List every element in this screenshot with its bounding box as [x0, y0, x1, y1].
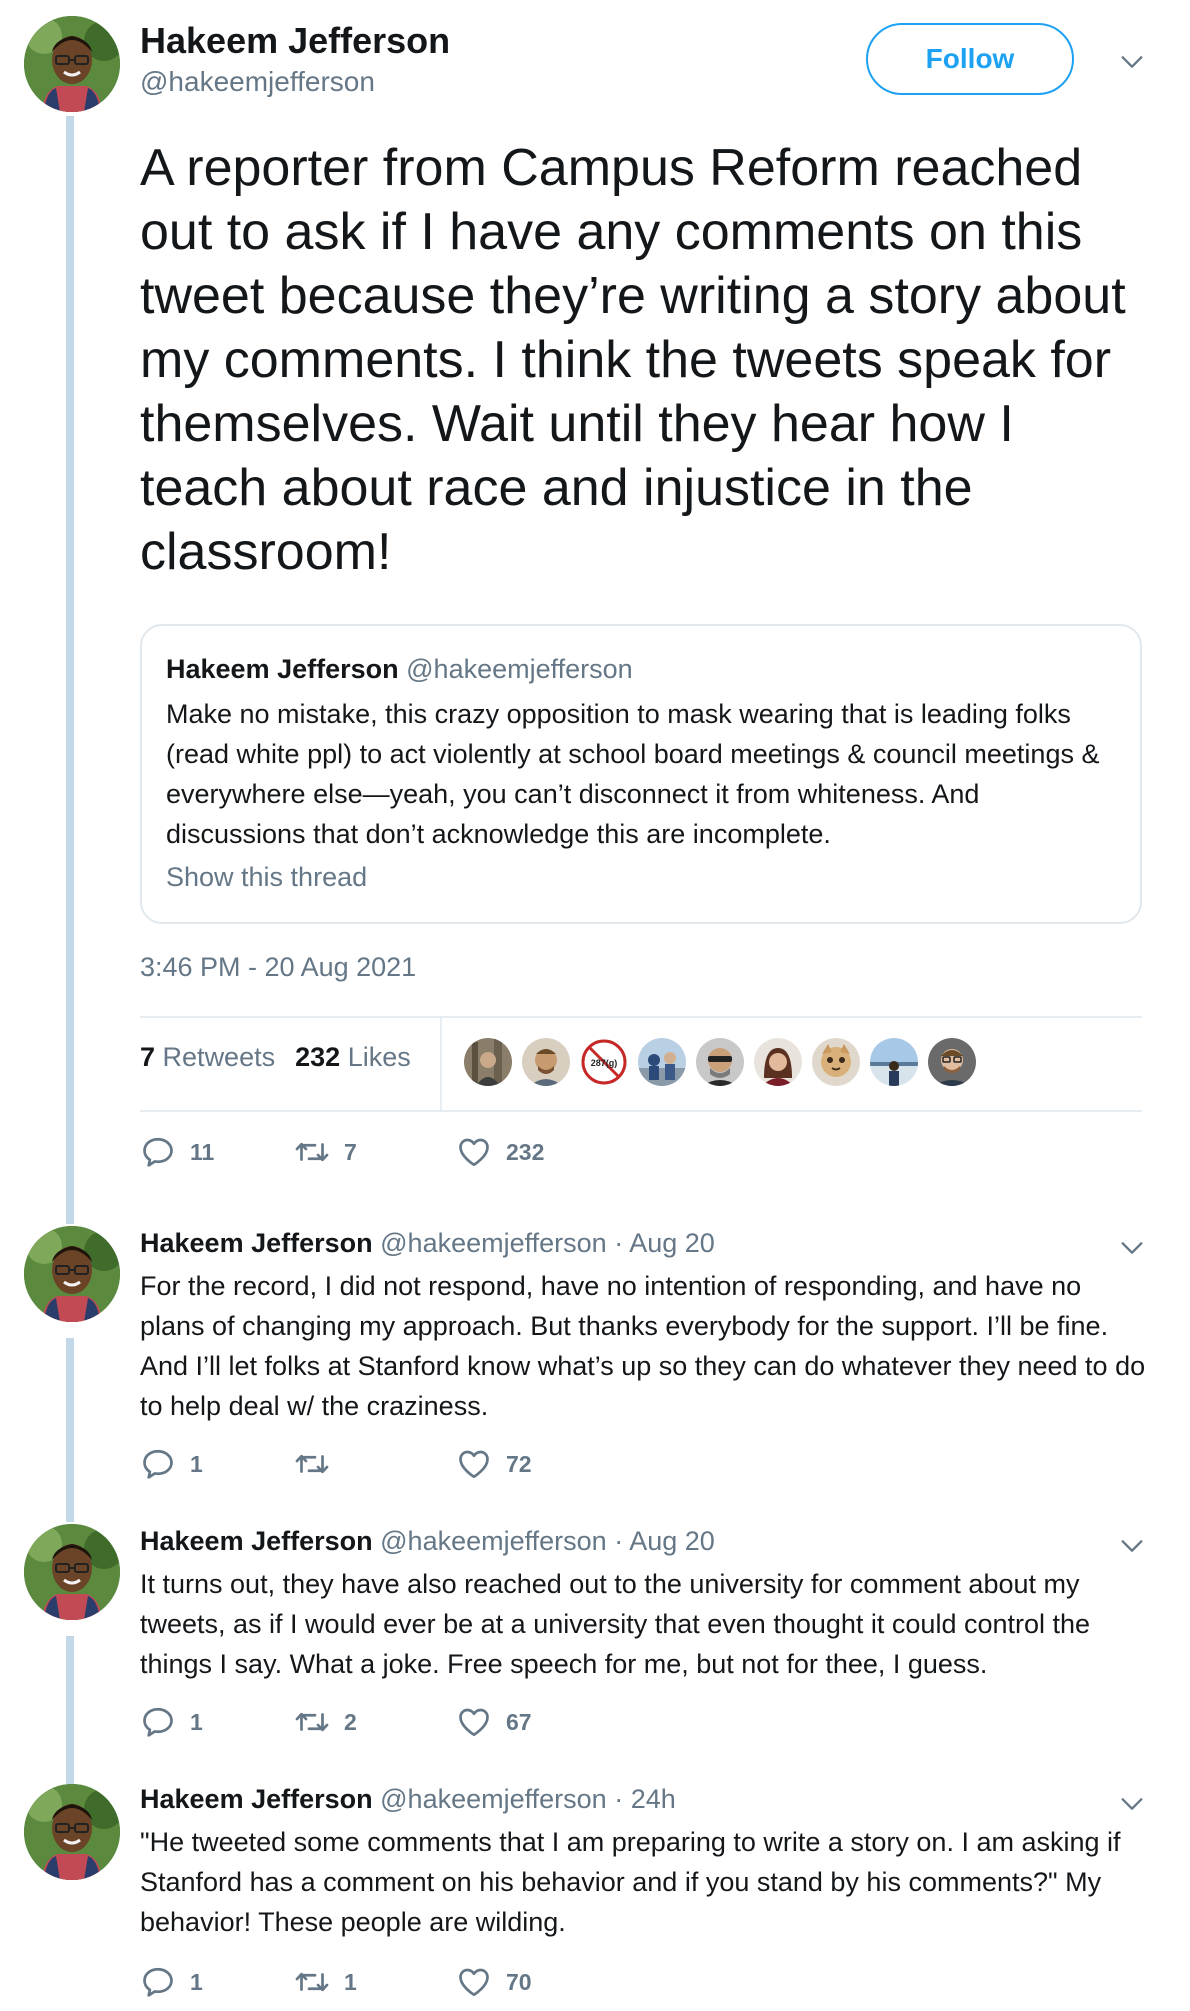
reply-count: 1 — [190, 1708, 203, 1735]
like-count: 232 — [506, 1138, 545, 1165]
retweet-icon — [294, 1446, 330, 1482]
reply-time[interactable]: · 24h — [614, 1784, 676, 1814]
svg-text:287(g): 287(g) — [591, 1058, 618, 1068]
like-button[interactable]: 70 — [456, 1964, 532, 2000]
retweet-button[interactable]: 7 — [294, 1134, 456, 1170]
quoted-author-handle: @hakeemjefferson — [406, 654, 633, 684]
author-handle[interactable]: @hakeemjefferson — [380, 1526, 607, 1556]
tweet-actions: 1 72 — [140, 1446, 532, 1482]
author-name[interactable]: Hakeem Jefferson — [140, 1228, 373, 1258]
reply-icon — [140, 1134, 176, 1170]
liker-avatar[interactable]: 287(g) — [580, 1038, 628, 1086]
like-count: 72 — [506, 1450, 532, 1477]
retweet-button[interactable]: 2 — [294, 1704, 456, 1740]
reply-button[interactable]: 1 — [140, 1446, 294, 1482]
retweet-icon — [294, 1134, 330, 1170]
quoted-tweet-header: Hakeem Jefferson @hakeemjefferson — [166, 654, 633, 685]
tweet-timestamp[interactable]: 3:46 PM - 20 Aug 2021 — [140, 952, 416, 983]
liker-avatar[interactable] — [696, 1038, 744, 1086]
author-handle[interactable]: @hakeemjefferson — [140, 66, 375, 98]
liker-avatar[interactable] — [638, 1038, 686, 1086]
like-icon — [456, 1704, 492, 1740]
reply-button[interactable]: 1 — [140, 1964, 294, 2000]
tweet-text: It turns out, they have also reached out… — [140, 1569, 1091, 1679]
like-count: 67 — [506, 1708, 532, 1735]
reply-button[interactable]: 1 — [140, 1704, 294, 1740]
tweet-actions: 1 1 70 — [140, 1964, 532, 2000]
liker-avatar[interactable] — [870, 1038, 918, 1086]
reply-header: Hakeem Jefferson @hakeemjefferson · Aug … — [140, 1228, 715, 1259]
reply-header: Hakeem Jefferson @hakeemjefferson · 24h — [140, 1784, 676, 1815]
likes-stat[interactable]: 232 Likes — [295, 1042, 411, 1073]
divider — [140, 1016, 1142, 1018]
reply-count: 1 — [190, 1450, 203, 1477]
like-count: 70 — [506, 1968, 532, 1995]
like-icon — [456, 1134, 492, 1170]
reply-time[interactable]: · Aug 20 — [614, 1228, 715, 1258]
reply-icon — [140, 1704, 176, 1740]
engagement-stats: 7 Retweets 232 Likes — [140, 1042, 411, 1073]
avatar[interactable] — [24, 16, 120, 112]
chevron-down-icon[interactable] — [1118, 48, 1146, 76]
author-handle[interactable]: @hakeemjefferson — [380, 1228, 607, 1258]
thread-line — [66, 1636, 74, 1784]
reply-count: 1 — [190, 1968, 203, 1995]
retweet-count: 1 — [344, 1968, 357, 1995]
tweet-actions: 11 7 232 — [140, 1134, 544, 1170]
author-name[interactable]: Hakeem Jefferson — [140, 20, 450, 62]
author-name[interactable]: Hakeem Jefferson — [140, 1784, 373, 1814]
quoted-author-name: Hakeem Jefferson — [166, 654, 399, 684]
reply-header: Hakeem Jefferson @hakeemjefferson · Aug … — [140, 1526, 715, 1557]
chevron-down-icon[interactable] — [1118, 1234, 1146, 1262]
show-thread-link[interactable]: Show this thread — [166, 862, 367, 893]
avatar[interactable] — [24, 1226, 120, 1322]
retweet-button[interactable]: 1 — [294, 1964, 456, 2000]
retweet-icon — [294, 1704, 330, 1740]
reply-count: 11 — [190, 1138, 215, 1165]
chevron-down-icon[interactable] — [1118, 1790, 1146, 1818]
author-handle[interactable]: @hakeemjefferson — [380, 1784, 607, 1814]
reply-icon — [140, 1446, 176, 1482]
tweet-text: A reporter from Campus Reform reached ou… — [140, 139, 1126, 581]
tweet-text: For the record, I did not respond, have … — [140, 1271, 1146, 1421]
avatar[interactable] — [24, 1784, 120, 1880]
quoted-tweet-text: Make no mistake, this crazy opposition t… — [166, 699, 1100, 849]
retweet-icon — [294, 1964, 330, 2000]
like-button[interactable]: 232 — [456, 1134, 544, 1170]
divider — [440, 1016, 442, 1110]
follow-button[interactable]: Follow — [866, 23, 1074, 95]
likers-avatars: 287(g) — [464, 1038, 976, 1086]
retweet-count: 2 — [344, 1708, 357, 1735]
divider — [140, 1110, 1142, 1112]
liker-avatar[interactable] — [754, 1038, 802, 1086]
retweet-count: 7 — [344, 1138, 357, 1165]
avatar[interactable] — [24, 1524, 120, 1620]
liker-avatar[interactable] — [928, 1038, 976, 1086]
thread-line — [66, 1338, 74, 1522]
like-icon — [456, 1964, 492, 2000]
tweet-actions: 1 2 67 — [140, 1704, 532, 1740]
reply-button[interactable]: 11 — [140, 1134, 294, 1170]
like-icon — [456, 1446, 492, 1482]
reply-time[interactable]: · Aug 20 — [614, 1526, 715, 1556]
quoted-tweet[interactable]: Hakeem Jefferson @hakeemjefferson Make n… — [140, 624, 1142, 924]
thread-line — [66, 116, 74, 1224]
like-button[interactable]: 67 — [456, 1704, 532, 1740]
like-button[interactable]: 72 — [456, 1446, 532, 1482]
liker-avatar[interactable] — [522, 1038, 570, 1086]
chevron-down-icon[interactable] — [1118, 1532, 1146, 1560]
reply-icon — [140, 1964, 176, 2000]
author-name[interactable]: Hakeem Jefferson — [140, 1526, 373, 1556]
retweets-stat[interactable]: 7 Retweets — [140, 1042, 275, 1073]
retweet-button[interactable] — [294, 1446, 456, 1482]
liker-avatar[interactable] — [464, 1038, 512, 1086]
liker-avatar[interactable] — [812, 1038, 860, 1086]
tweet-text: "He tweeted some comments that I am prep… — [140, 1827, 1121, 1937]
